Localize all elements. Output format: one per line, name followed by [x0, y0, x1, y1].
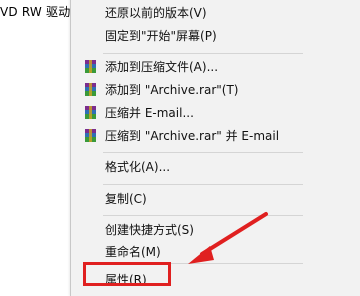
menu-item-add-to-archive-rar[interactable]: 添加到 "Archive.rar"(T): [71, 79, 360, 101]
menu-item-restore-previous-versions[interactable]: 还原以前的版本(V): [71, 2, 360, 24]
winrar-icon: [85, 60, 96, 73]
menu-item-compress-and-email[interactable]: 压缩并 E-mail...: [71, 102, 360, 124]
menu-item-add-to-archive[interactable]: 添加到压缩文件(A)...: [71, 56, 360, 78]
menu-item-compress-to-rar-and-email[interactable]: 压缩到 "Archive.rar" 并 E-mail: [71, 125, 360, 147]
menu-item-format[interactable]: 格式化(A)...: [71, 156, 360, 178]
menu-item-copy[interactable]: 复制(C): [71, 188, 360, 210]
menu-separator: [103, 152, 303, 153]
winrar-icon: [85, 106, 96, 119]
properties-highlight-box: [83, 262, 171, 286]
menu-item-pin-to-start[interactable]: 固定到"开始"屏幕(P): [71, 25, 360, 47]
red-arrow-icon: [188, 212, 268, 264]
menu-separator: [103, 53, 303, 54]
winrar-icon: [85, 129, 96, 142]
winrar-icon: [85, 83, 96, 96]
menu-separator: [103, 184, 303, 185]
